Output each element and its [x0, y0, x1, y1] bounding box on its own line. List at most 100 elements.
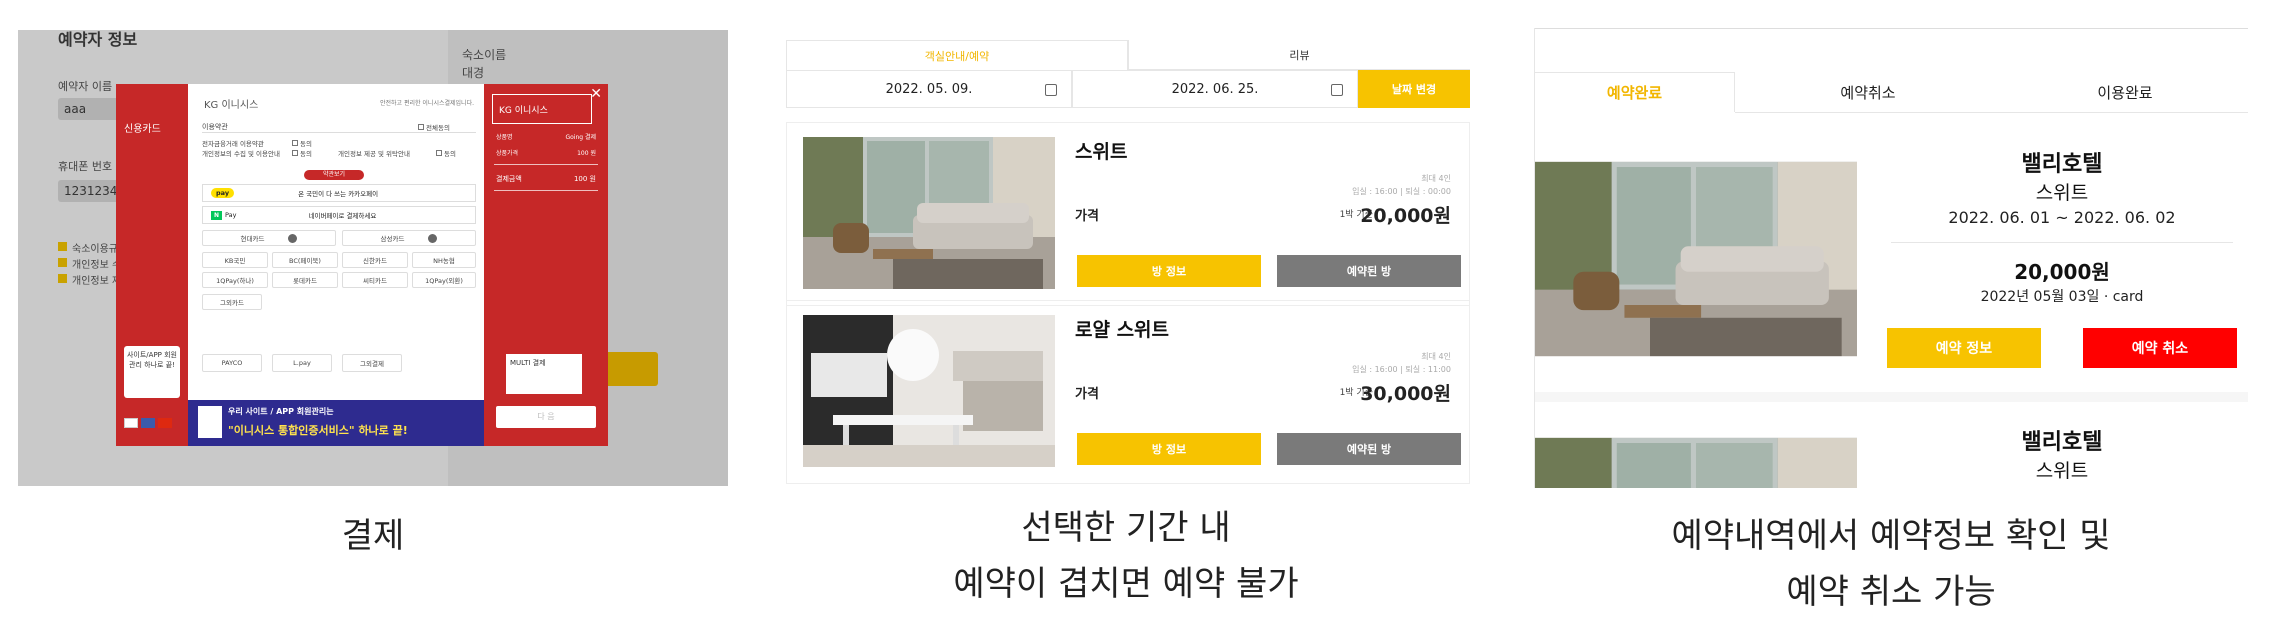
calendar-icon [1045, 84, 1057, 96]
card-option[interactable]: BC(페이북) [272, 252, 338, 268]
card-option[interactable]: 1QPay(하나) [202, 272, 268, 288]
agree-all-checkbox[interactable]: 전체동의 [418, 122, 450, 132]
agree-checkbox[interactable] [58, 242, 67, 251]
card-option[interactable]: 씨티카드 [342, 272, 408, 288]
price-label: 상품가격 [496, 150, 519, 157]
check-in-date[interactable]: 2022. 05. 09. [786, 70, 1072, 108]
payment-info: 2022년 05월 03일 · card [1980, 289, 2144, 305]
payco-option[interactable]: PAYCO [202, 354, 262, 372]
total-row: 결제금액 100 원 [496, 174, 596, 184]
total-value: 100 원 [573, 175, 596, 183]
inicis-logo: KG 이니시스 [204, 100, 259, 111]
close-icon[interactable]: ✕ [590, 86, 602, 102]
room-photo [1535, 426, 1857, 488]
terms-label: 이용약관 [202, 123, 228, 131]
agree-checkbox[interactable]: 동의 [436, 148, 456, 158]
caption-line: 예약이 겹치면 예약 불가 [953, 564, 1299, 604]
stay-dates: 2022. 06. 01 ~ 2022. 06. 02 [1948, 208, 2176, 227]
change-date-button[interactable]: 날짜 변경 [1358, 70, 1470, 108]
etc-payment-option[interactable]: 그외결제 [342, 354, 402, 372]
total-label: 결제금액 [496, 175, 522, 183]
tab-review[interactable]: 리뷰 [1128, 40, 1470, 70]
agree-label: 숙소이용규 [72, 244, 118, 255]
reservation-history-screenshot: 예약완료 예약취소 이용완료 밸리호텔 스위트 2022. 06. 01 ~ 2… [1534, 28, 2248, 488]
naverpay-option[interactable]: N Pay 네이버페이로 결제하세요 [202, 206, 476, 224]
agree-checkbox[interactable]: 동의 [292, 148, 312, 158]
tab-room-info[interactable]: 객실안내/예약 [786, 40, 1128, 70]
lpay-option[interactable]: L.pay [272, 354, 332, 372]
check-out-date[interactable]: 2022. 06. 25. [1072, 70, 1358, 108]
room-list-screenshot: 객실안내/예약 리뷰 2022. 05. 09. 2022. 06. 25. 날… [782, 40, 1470, 484]
language-flags[interactable] [124, 418, 173, 431]
divider [494, 190, 598, 191]
check-times: 입실 : 16:00 | 퇴실 : 00:00 [1352, 187, 1451, 196]
caption-payment: 결제 [18, 508, 728, 564]
card-option[interactable]: 롯데카드 [272, 272, 338, 288]
inicis-ad-banner[interactable]: 우리 사이트 / APP 회원관리는 "이니시스 통합인증서비스" 하나로 끝! [188, 400, 484, 446]
caption-line: 결제 [341, 516, 405, 556]
product-label: 상품명 [496, 134, 513, 141]
name-label: 예약자 이름 [58, 80, 113, 93]
view-terms-button[interactable]: 약관보기 [304, 170, 364, 180]
price-value: 100 원 [577, 150, 596, 157]
tab-reserved[interactable]: 예약완료 [1535, 72, 1735, 112]
ad-qr-image [198, 406, 222, 438]
room-tabs: 객실안내/예약 리뷰 [786, 40, 1470, 70]
card-option[interactable]: NH농협 [412, 252, 476, 268]
usa-flag-icon[interactable] [141, 418, 156, 428]
top-border [1535, 28, 2248, 29]
plus-icon [428, 233, 438, 243]
room-photo [803, 315, 1055, 467]
max-guests: 최대 4인 [1421, 174, 1451, 183]
room-card: 로얄 스위트 최대 4인 입실 : 16:00 | 퇴실 : 11:00 가격 … [786, 300, 1470, 484]
multi-payment-banner: MULTI 결제 [506, 354, 582, 394]
term-electronic: 전자금융거래 이용약관 [202, 140, 264, 148]
form-heading: 예약자 정보 [58, 30, 138, 49]
small-ad-banner: 사이트/APP 회원관리 하나로 끝! [124, 346, 180, 398]
credit-card-tab[interactable]: 신용카드 [124, 120, 161, 135]
check-in-value: 2022. 05. 09. [885, 81, 973, 97]
room-price: 30,000원 [1360, 383, 1451, 405]
reservation-info-button[interactable]: 예약 정보 [1887, 328, 2041, 368]
check-times: 입실 : 16:00 | 퇴실 : 11:00 [1352, 365, 1451, 374]
card-samsung[interactable]: 삼성카드 [342, 230, 476, 246]
agree-checkbox[interactable]: 동의 [292, 138, 312, 148]
room-info-button[interactable]: 방 정보 [1077, 255, 1261, 287]
card-hyundai-label: 현대카드 [240, 235, 265, 243]
card-option[interactable]: 1QPay(외환) [412, 272, 476, 288]
card-samsung-label: 삼성카드 [380, 235, 405, 243]
tab-cancelled[interactable]: 예약취소 [1735, 72, 2001, 112]
booked-room-button[interactable]: 예약된 방 [1277, 433, 1461, 465]
card-option[interactable]: KB국민 [202, 252, 268, 268]
plus-icon [288, 233, 298, 243]
kakaopay-option[interactable]: pay 온 국민이 다 쓰는 카카오페이 [202, 184, 476, 202]
check-out-value: 2022. 06. 25. [1171, 81, 1259, 97]
room-photo [1535, 150, 1857, 368]
kakaopay-text: 온 국민이 다 쓰는 카카오페이 [298, 190, 379, 198]
hotel-name-value: 대경 [462, 66, 485, 80]
inicis-payment-modal: 신용카드 사이트/APP 회원관리 하나로 끝! KG 이니시스 안전하고 편리… [116, 84, 608, 446]
cancel-reservation-button[interactable]: 예약 취소 [2083, 328, 2237, 368]
booked-room-button[interactable]: 예약된 방 [1277, 255, 1461, 287]
tab-completed[interactable]: 이용완료 [2001, 72, 2248, 112]
agree-checkbox[interactable] [58, 258, 67, 267]
card-option[interactable]: 신한카드 [342, 252, 408, 268]
date-selector: 2022. 05. 09. 2022. 06. 25. 날짜 변경 [786, 70, 1470, 108]
card-other[interactable]: 그외카드 [202, 294, 262, 310]
room-name: 로얄 스위트 [1075, 319, 1170, 341]
next-button[interactable]: 다 음 [496, 406, 596, 428]
kakaopay-badge: pay [211, 188, 235, 198]
room-info-button[interactable]: 방 정보 [1077, 433, 1261, 465]
agree-text: 동의 [444, 150, 456, 158]
caption-line: 선택한 기간 내 [1021, 508, 1231, 548]
agree-checkbox[interactable] [58, 274, 67, 283]
max-guests: 최대 4인 [1421, 352, 1451, 361]
card-hyundai[interactable]: 현대카드 [202, 230, 336, 246]
naverpay-text: 네이버페이로 결제하세요 [308, 212, 377, 220]
room-price: 20,000원 [1360, 205, 1451, 227]
ad-line1: 우리 사이트 / APP 회원관리는 [228, 407, 334, 416]
china-flag-icon[interactable] [158, 418, 173, 428]
term-privacy-collect: 개인정보의 수집 및 이용안내 [202, 150, 280, 158]
korea-flag-icon[interactable] [124, 418, 138, 428]
term-privacy-provide: 개인정보 제공 및 위탁안내 [338, 150, 410, 158]
